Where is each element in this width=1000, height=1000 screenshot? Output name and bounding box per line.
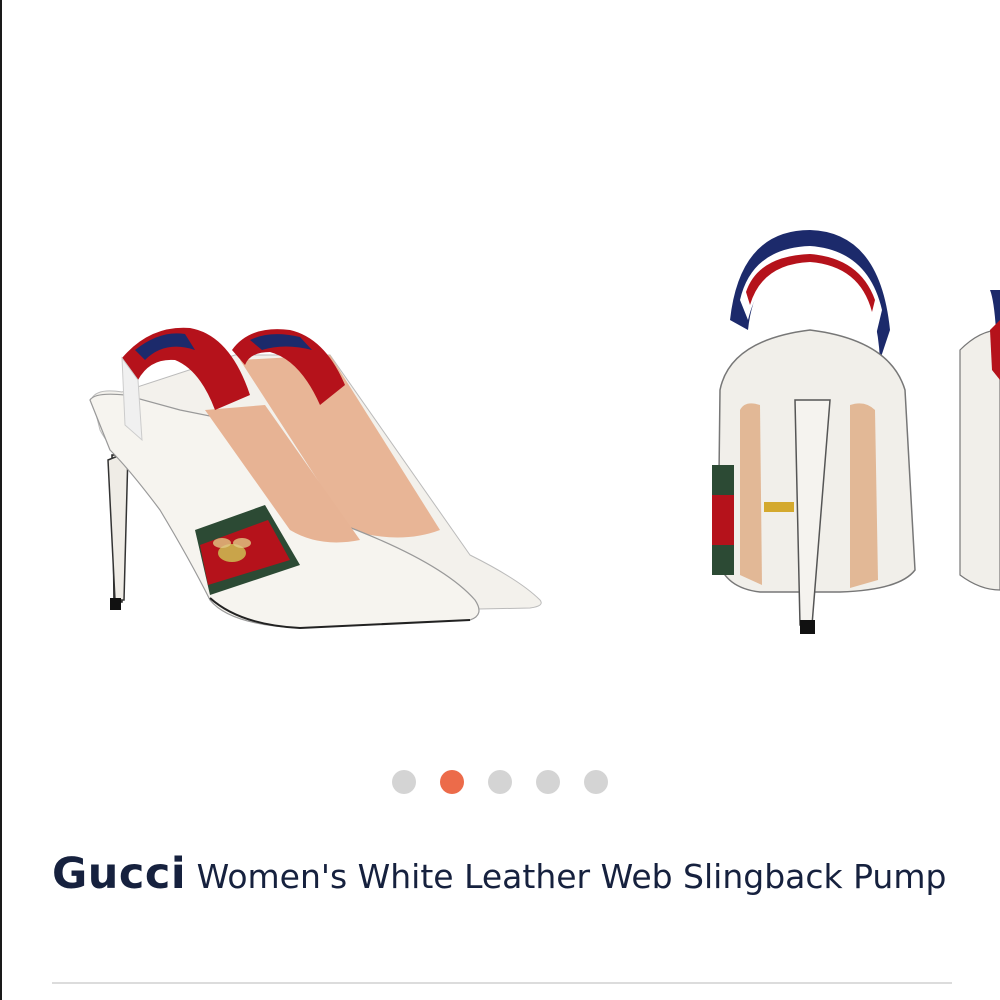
gallery-pagination <box>0 770 1000 794</box>
gallery-dot-1[interactable] <box>392 770 416 794</box>
product-name: Women's White Leather Web Slingback Pump <box>196 857 947 896</box>
product-image-gallery[interactable] <box>0 0 1000 740</box>
divider <box>52 982 952 984</box>
gallery-dot-2-active[interactable] <box>440 770 464 794</box>
product-title: Gucci Women's White Leather Web Slingbac… <box>52 848 952 903</box>
gallery-dot-5[interactable] <box>584 770 608 794</box>
gallery-dot-4[interactable] <box>536 770 560 794</box>
product-image-next-peek[interactable] <box>950 0 1000 740</box>
brand-name[interactable]: Gucci <box>52 849 186 899</box>
gallery-dot-3[interactable] <box>488 770 512 794</box>
product-image-pair-side[interactable] <box>0 0 620 740</box>
